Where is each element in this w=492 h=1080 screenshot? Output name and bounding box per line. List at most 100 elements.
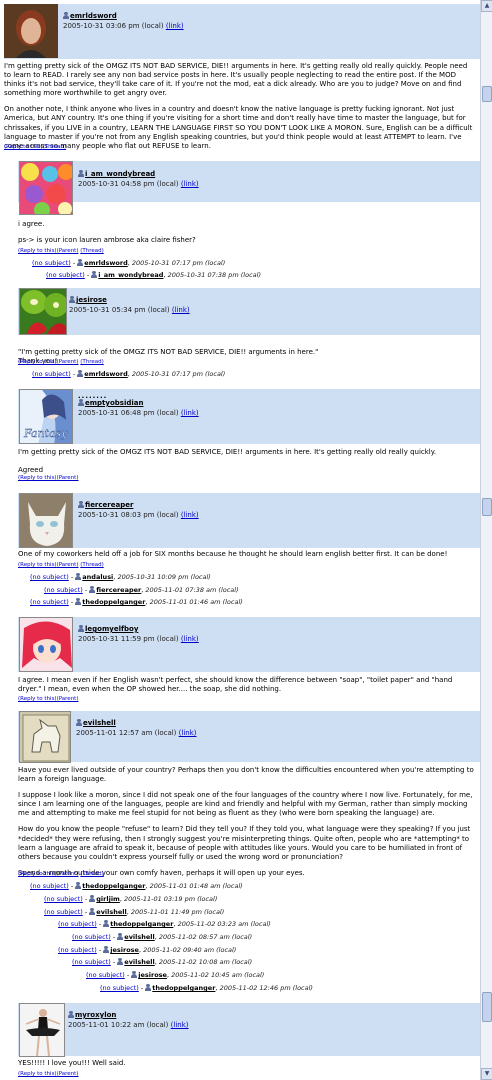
reply-link[interactable]: (Reply to this)	[18, 871, 57, 877]
username-link[interactable]: evilshell	[83, 719, 116, 727]
parent-link[interactable]: (Parent)	[57, 871, 79, 877]
subject-link[interactable]: (no subject)	[44, 908, 83, 916]
thread-link[interactable]: (Thread)	[80, 248, 104, 254]
thread-entry[interactable]: (no subject) - jesirose, 2005-11-02 09:4…	[58, 946, 236, 954]
username-link[interactable]: emrldsword	[70, 12, 117, 20]
parent-link[interactable]: (Parent)	[57, 696, 79, 702]
thread-user[interactable]: thedoppelganger	[110, 920, 173, 928]
subject-link[interactable]: (no subject)	[72, 958, 111, 966]
thread-entry[interactable]: (no subject) - jesirose, 2005-11-02 10:4…	[86, 971, 264, 979]
user-avatar[interactable]	[19, 1003, 65, 1057]
subject-link[interactable]: (no subject)	[58, 946, 97, 954]
scroll-up-arrow-icon[interactable]: ▲	[481, 0, 492, 12]
subject-link[interactable]: (no subject)	[32, 259, 71, 267]
username-link[interactable]: myroxylon	[75, 1011, 116, 1019]
thread-entry[interactable]: (no subject) - thedoppelganger, 2005-11-…	[58, 920, 271, 928]
thread-user[interactable]: jesirose	[138, 971, 167, 979]
comment-paragraph: Have you ever lived outside of your coun…	[18, 766, 474, 784]
subject-link[interactable]: (no subject)	[44, 586, 83, 594]
reply-link[interactable]: (Reply to this)	[4, 144, 43, 150]
username-link[interactable]: fiercereaper	[85, 501, 133, 509]
thread-entry[interactable]: (no subject) - i_am_wondybread, 2005-10-…	[46, 271, 261, 279]
subject-link[interactable]: (no subject)	[58, 920, 97, 928]
thread-link[interactable]: (Thread)	[80, 871, 104, 877]
subject-link[interactable]: (no subject)	[44, 895, 83, 903]
thread-user[interactable]: thedoppelganger	[82, 598, 145, 606]
user-icon	[77, 259, 84, 266]
thread-user[interactable]: evilshell	[96, 908, 126, 916]
thread-link[interactable]: (Thread)	[43, 144, 67, 150]
user-avatar[interactable]	[19, 493, 73, 548]
thread-link[interactable]: (Thread)	[80, 359, 104, 365]
vertical-scrollbar[interactable]: ▲ ▼	[480, 0, 492, 1080]
scrollbar-thumb[interactable]	[482, 992, 492, 1022]
subject-link[interactable]: (no subject)	[72, 933, 111, 941]
username-link[interactable]: emptyobsidian	[85, 399, 143, 407]
thread-entry[interactable]: (no subject) - evilshell, 2005-11-01 11:…	[44, 908, 224, 916]
parent-link[interactable]: (Parent)	[57, 248, 79, 254]
comment-link[interactable]: (link)	[181, 409, 199, 417]
thread-user[interactable]: andalusi	[82, 573, 113, 581]
subject-link[interactable]: (no subject)	[30, 573, 69, 581]
parent-link[interactable]: (Parent)	[57, 1071, 79, 1077]
thread-entry[interactable]: (no subject) - evilshell, 2005-11-02 08:…	[72, 933, 252, 941]
user-icon	[103, 920, 110, 927]
thread-entry[interactable]: (no subject) - thedoppelganger, 2005-11-…	[30, 598, 243, 606]
reply-link[interactable]: (Reply to this)	[18, 248, 57, 254]
thread-user[interactable]: emrldsword	[84, 370, 127, 378]
thread-link[interactable]: (Thread)	[80, 562, 104, 568]
thread-entry[interactable]: (no subject) - thedoppelganger, 2005-11-…	[30, 882, 243, 890]
comment-link[interactable]: (link)	[166, 22, 184, 30]
subject-link[interactable]: (no subject)	[46, 271, 85, 279]
thread-user[interactable]: evilshell	[124, 933, 154, 941]
subject-link[interactable]: (no subject)	[100, 984, 139, 992]
thread-user[interactable]: i_am_wondybread	[98, 271, 163, 279]
parent-link[interactable]: (Parent)	[57, 475, 79, 481]
scrollbar-thumb[interactable]	[482, 86, 492, 102]
thread-entry[interactable]: (no subject) - emrldsword, 2005-10-31 07…	[32, 370, 225, 378]
user-avatar[interactable]	[19, 288, 67, 335]
thread-user[interactable]: thedoppelganger	[152, 984, 215, 992]
thread-user[interactable]: jesirose	[110, 946, 139, 954]
user-avatar[interactable]: Fantasy	[19, 389, 73, 444]
comment-link[interactable]: (link)	[171, 1021, 189, 1029]
thread-date: 2005-11-02 09:40 am (local)	[143, 946, 237, 954]
reply-link[interactable]: (Reply to this)	[18, 696, 57, 702]
thread-user[interactable]: girljim	[96, 895, 120, 903]
comment-link[interactable]: (link)	[179, 729, 197, 737]
user-avatar[interactable]	[19, 617, 73, 672]
comment-link[interactable]: (link)	[181, 511, 199, 519]
thread-user[interactable]: fiercereaper	[96, 586, 141, 594]
scroll-down-arrow-icon[interactable]: ▼	[481, 1068, 492, 1080]
user-avatar[interactable]	[19, 711, 71, 763]
comment-link[interactable]: (link)	[181, 180, 199, 188]
thread-user[interactable]: evilshell	[124, 958, 154, 966]
subject-link[interactable]: (no subject)	[86, 971, 125, 979]
thread-entry[interactable]: (no subject) - girljim, 2005-11-01 03:19…	[44, 895, 217, 903]
username-link[interactable]: i_am_wondybread	[85, 170, 155, 178]
thread-entry[interactable]: (no subject) - evilshell, 2005-11-02 10:…	[72, 958, 252, 966]
username-link[interactable]: legomyelfboy	[85, 625, 138, 633]
parent-link[interactable]: (Parent)	[57, 562, 79, 568]
subject-link[interactable]: (no subject)	[30, 882, 69, 890]
parent-link[interactable]: (Parent)	[57, 359, 79, 365]
user-avatar[interactable]	[4, 4, 58, 58]
thread-user[interactable]: thedoppelganger	[82, 882, 145, 890]
reply-link[interactable]: (Reply to this)	[18, 359, 57, 365]
thread-entry[interactable]: (no subject) - andalusi, 2005-10-31 10:0…	[30, 573, 211, 581]
thread-date: 2005-11-02 10:08 am (local)	[158, 958, 253, 966]
subject-link[interactable]: (no subject)	[30, 598, 69, 606]
thread-entry[interactable]: (no subject) - thedoppelganger, 2005-11-…	[100, 984, 313, 992]
user-avatar[interactable]	[19, 161, 73, 215]
username-link[interactable]: jesirose	[76, 296, 107, 304]
comment-link[interactable]: (link)	[181, 635, 199, 643]
subject-link[interactable]: (no subject)	[32, 370, 71, 378]
scrollbar-thumb[interactable]	[482, 498, 492, 516]
thread-entry[interactable]: (no subject) - emrldsword, 2005-10-31 07…	[32, 259, 225, 267]
reply-link[interactable]: (Reply to this)	[18, 562, 57, 568]
reply-link[interactable]: (Reply to this)	[18, 1071, 57, 1077]
comment-link[interactable]: (link)	[172, 306, 190, 314]
reply-link[interactable]: (Reply to this)	[18, 475, 57, 481]
thread-user[interactable]: emrldsword	[84, 259, 127, 267]
thread-entry[interactable]: (no subject) - fiercereaper, 2005-11-01 …	[44, 586, 239, 594]
